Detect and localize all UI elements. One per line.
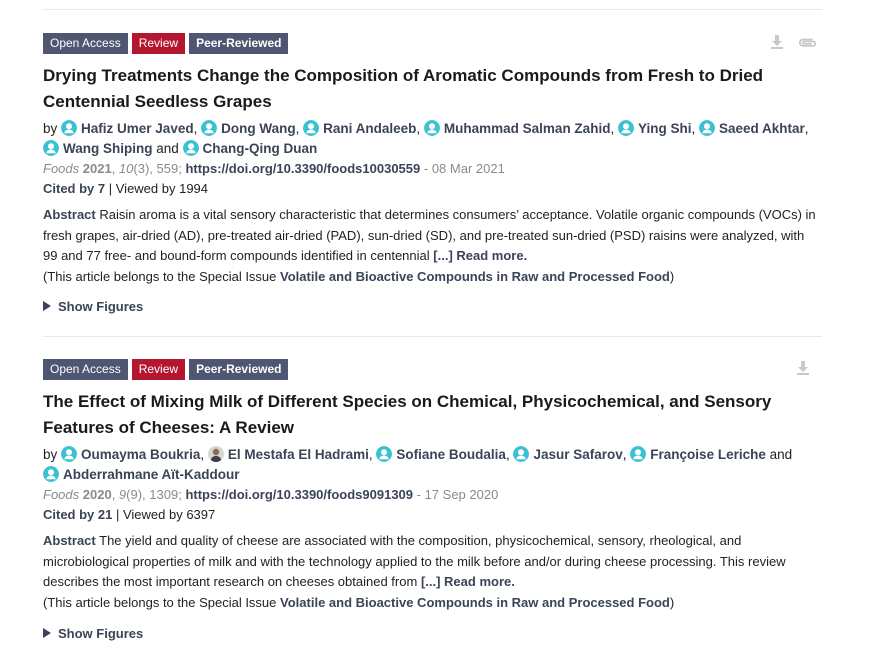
year: 2020 bbox=[82, 487, 112, 502]
author-list: by Oumayma Boukria, El Mestafa El Hadram… bbox=[43, 446, 793, 482]
article-title[interactable]: Drying Treatments Change the Composition… bbox=[43, 63, 822, 115]
volume: 10 bbox=[118, 161, 134, 176]
read-more-link[interactable]: [...] Read more. bbox=[433, 248, 527, 263]
peer-reviewed-badge: Peer-Reviewed bbox=[189, 33, 289, 54]
issue-pages: (9), 1309; bbox=[126, 487, 182, 502]
user-icon bbox=[201, 120, 217, 136]
triangle-right-icon bbox=[43, 301, 51, 311]
cited-by-link[interactable]: Cited by 7 bbox=[43, 181, 105, 196]
read-more-link[interactable]: [...] Read more. bbox=[421, 574, 515, 589]
user-icon bbox=[618, 120, 634, 136]
abstract-label: Abstract bbox=[43, 533, 96, 548]
abstract-text: Raisin aroma is a vital sensory characte… bbox=[43, 207, 816, 263]
badge-row: Open Access Review Peer-Reviewed bbox=[43, 359, 822, 380]
user-icon bbox=[513, 446, 529, 462]
special-issue-link[interactable]: Volatile and Bioactive Compounds in Raw … bbox=[280, 595, 670, 610]
author-link[interactable]: Dong Wang bbox=[201, 120, 296, 136]
doi-link[interactable]: https://doi.org/10.3390/foods10030559 bbox=[185, 161, 420, 176]
show-figures-toggle[interactable]: Show Figures bbox=[43, 626, 143, 641]
author-link[interactable]: Hafiz Umer Javed bbox=[61, 121, 194, 136]
show-figures-toggle[interactable]: Show Figures bbox=[43, 299, 143, 314]
and-label: and bbox=[156, 141, 179, 156]
review-badge: Review bbox=[131, 359, 186, 380]
viewed-count: | Viewed by 1994 bbox=[108, 181, 209, 196]
user-icon bbox=[630, 446, 646, 462]
user-icon bbox=[43, 466, 59, 482]
user-icon bbox=[43, 140, 59, 156]
journal-name: Foods bbox=[43, 161, 80, 176]
metrics-line: Cited by 7 | Viewed by 1994 bbox=[43, 179, 822, 199]
metrics-line: Cited by 21 | Viewed by 6397 bbox=[43, 505, 822, 525]
by-label: by bbox=[43, 121, 58, 136]
triangle-right-icon bbox=[43, 628, 51, 638]
abstract-label: Abstract bbox=[43, 207, 96, 222]
user-icon bbox=[376, 446, 392, 462]
author-link[interactable]: Françoise Leriche bbox=[630, 447, 766, 462]
issue-pages: (3), 559; bbox=[133, 161, 182, 176]
pub-date: - 08 Mar 2021 bbox=[423, 161, 505, 176]
peer-reviewed-badge: Peer-Reviewed bbox=[189, 359, 289, 380]
author-link[interactable]: Saeed Akhtar bbox=[699, 121, 805, 136]
search-results: Open Access Review Peer-Reviewed Drying … bbox=[0, 0, 872, 656]
author-link[interactable]: Muhammad Salman Zahid bbox=[424, 120, 610, 136]
abstract-text: The yield and quality of cheese are asso… bbox=[43, 533, 786, 589]
author-link[interactable]: Rani Andaleeb bbox=[303, 121, 416, 136]
author-link[interactable]: Abderrahmane Aït-Kaddour bbox=[43, 467, 240, 482]
open-access-badge: Open Access bbox=[43, 33, 128, 54]
user-icon bbox=[303, 120, 319, 136]
pub-date: - 17 Sep 2020 bbox=[416, 487, 499, 502]
special-issue-link[interactable]: Volatile and Bioactive Compounds in Raw … bbox=[280, 269, 670, 284]
author-link[interactable]: El Mestafa El Hadrami bbox=[208, 447, 369, 462]
user-icon bbox=[61, 120, 77, 136]
user-icon bbox=[699, 120, 715, 136]
doi-link[interactable]: https://doi.org/10.3390/foods9091309 bbox=[185, 487, 413, 502]
open-access-badge: Open Access bbox=[43, 359, 128, 380]
by-label: by bbox=[43, 447, 58, 462]
viewed-count: | Viewed by 6397 bbox=[115, 507, 216, 522]
special-issue-prefix: (This article belongs to the Special Iss… bbox=[43, 268, 277, 284]
author-link[interactable]: Oumayma Boukria bbox=[61, 447, 200, 462]
article-item: Open Access Review Peer-Reviewed The Eff… bbox=[43, 359, 822, 656]
attachment-icon[interactable] bbox=[796, 33, 817, 51]
year: 2021 bbox=[82, 161, 112, 176]
author-photo-icon bbox=[208, 446, 224, 462]
top-divider bbox=[43, 9, 822, 10]
author-link[interactable]: Wang Shiping bbox=[43, 141, 152, 156]
badge-row: Open Access Review Peer-Reviewed bbox=[43, 33, 822, 54]
article-title[interactable]: The Effect of Mixing Milk of Different S… bbox=[43, 389, 822, 441]
download-icon[interactable] bbox=[768, 33, 786, 51]
article-actions bbox=[794, 359, 812, 377]
citation-line: Foods 2021, 10(3), 559; https://doi.org/… bbox=[43, 161, 505, 176]
article-divider bbox=[43, 336, 822, 337]
special-issue-suffix: ) bbox=[669, 594, 675, 610]
cited-by-link[interactable]: Cited by 21 bbox=[43, 507, 112, 522]
author-link[interactable]: Chang-Qing Duan bbox=[183, 140, 317, 156]
author-link[interactable]: Sofiane Boudalia bbox=[376, 447, 506, 462]
user-icon bbox=[424, 120, 440, 136]
journal-name: Foods bbox=[43, 487, 80, 502]
show-figures-label: Show Figures bbox=[58, 626, 144, 641]
article-item: Open Access Review Peer-Reviewed Drying … bbox=[43, 33, 822, 333]
author-list: by Hafiz Umer Javed, Dong Wang, Rani And… bbox=[43, 120, 809, 156]
author-link[interactable]: Jasur Safarov bbox=[513, 446, 623, 462]
download-icon[interactable] bbox=[794, 359, 812, 377]
show-figures-label: Show Figures bbox=[58, 299, 144, 314]
article-actions bbox=[768, 33, 817, 51]
special-issue-prefix: (This article belongs to the Special Iss… bbox=[43, 594, 277, 610]
abstract: Abstract The yield and quality of cheese… bbox=[43, 531, 822, 613]
special-issue-suffix: ) bbox=[669, 268, 675, 284]
and-label: and bbox=[769, 447, 793, 462]
review-badge: Review bbox=[131, 33, 186, 54]
author-link[interactable]: Ying Shi bbox=[618, 120, 691, 136]
user-icon bbox=[183, 140, 199, 156]
citation-line: Foods 2020, 9(9), 1309; https://doi.org/… bbox=[43, 487, 499, 502]
abstract: Abstract Raisin aroma is a vital sensory… bbox=[43, 205, 822, 287]
user-icon bbox=[61, 446, 77, 462]
